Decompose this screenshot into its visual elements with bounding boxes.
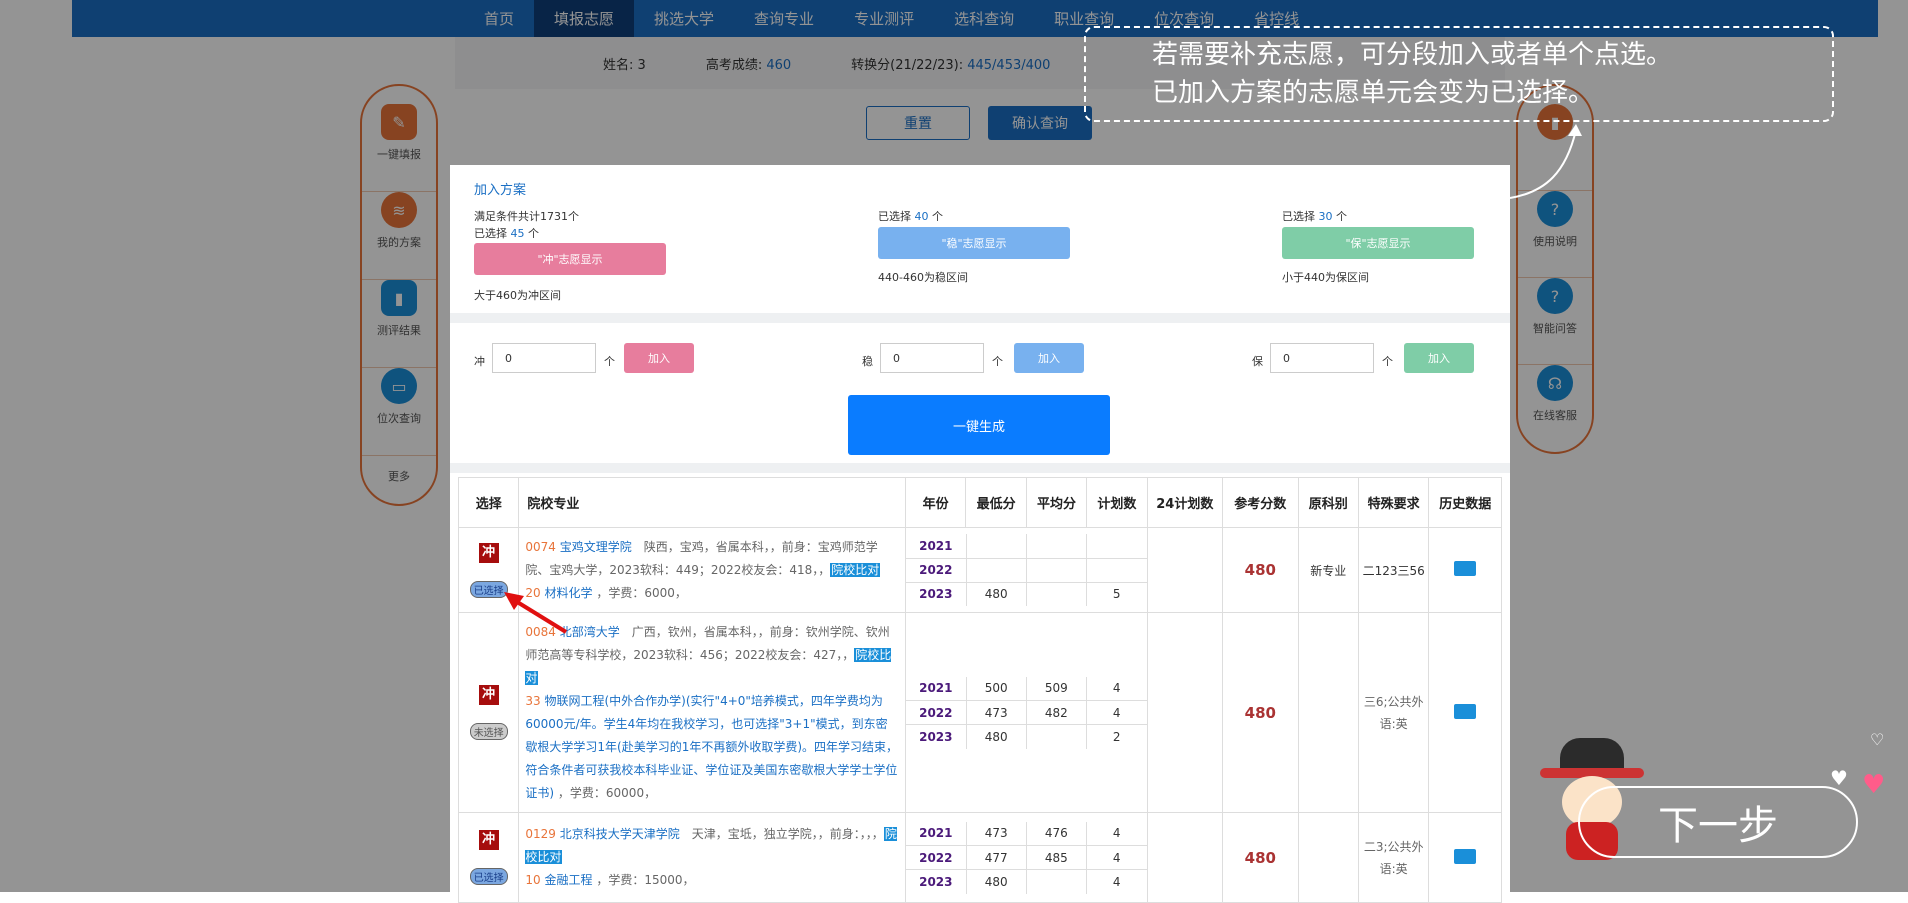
table-header: 选择 院校专业 年份 最低分 平均分 计划数 24计划数 参考分数 原科别 特殊… xyxy=(457,477,1502,528)
chong-count-input[interactable]: 0 xyxy=(492,343,596,373)
col-year: 年份 xyxy=(904,477,967,528)
tip-line-1: 若需要补充志愿，可分段加入或者单个点选。 xyxy=(1152,40,1673,70)
chat-question-icon: ? xyxy=(1537,278,1573,314)
monitor-icon: ▭ xyxy=(381,368,417,404)
col-plan: 计划数 xyxy=(1086,477,1148,528)
conv-label: 转换分(21/22/23): xyxy=(851,57,964,73)
tip-line-2: 已加入方案的志愿单元会变为已选择。 xyxy=(1152,78,1595,108)
add-plan-modal: 加入方案 满足条件共计1731个 已选择 45 个 "冲"志愿显示 大于460为… xyxy=(450,165,1510,903)
bao-selected-count: 30 xyxy=(1318,210,1333,223)
nav-item-subject[interactable]: 选科查询 xyxy=(934,0,1034,37)
sidebar-item-my-plan[interactable]: ≋ 我的方案 xyxy=(362,192,436,280)
history-search-icon[interactable] xyxy=(1454,561,1477,576)
col-min: 最低分 xyxy=(965,477,1027,528)
reset-button[interactable]: 重置 xyxy=(866,106,970,140)
compare-link[interactable]: 院校比对 xyxy=(830,562,881,577)
bao-add-button[interactable]: 加入 xyxy=(1404,343,1474,373)
col-subject: 原科别 xyxy=(1297,477,1359,528)
one-click-generate-button[interactable]: 一键生成 xyxy=(848,395,1110,455)
ref-score: 480 xyxy=(1222,612,1299,813)
heart-pink-icon: ♥ xyxy=(1862,770,1886,800)
modal-title: 加入方案 xyxy=(474,183,527,198)
history-search-icon[interactable] xyxy=(1454,848,1477,864)
col-plan24: 24计划数 xyxy=(1146,477,1224,528)
bar-chart-icon: ▮ xyxy=(381,280,417,316)
wen-range-note: 440-460为稳区间 xyxy=(878,271,968,284)
chong-tag: 冲 xyxy=(478,685,499,705)
chong-range-note: 大于460为冲区间 xyxy=(474,289,561,302)
sidebar-item-rank[interactable]: ▭ 位次查询 xyxy=(362,368,436,456)
name-value: 3 xyxy=(637,57,646,73)
nav-item-university[interactable]: 挑选大学 xyxy=(634,0,734,37)
chong-tag: 冲 xyxy=(478,542,499,563)
tutorial-tip: 若需要补充志愿，可分段加入或者单个点选。 已加入方案的志愿单元会变为已选择。 xyxy=(1084,26,1834,122)
nav-item-assess[interactable]: 专业测评 xyxy=(834,0,934,37)
plan-summary-panel: 加入方案 满足条件共计1731个 已选择 45 个 "冲"志愿显示 大于460为… xyxy=(460,165,1500,313)
nav-item-home[interactable]: 首页 xyxy=(464,0,534,37)
col-ref: 参考分数 xyxy=(1222,477,1299,528)
nav-item-major[interactable]: 查询专业 xyxy=(734,0,834,37)
sidebar-item-results[interactable]: ▮ 测评结果 xyxy=(362,280,436,368)
ref-score: 480 xyxy=(1222,527,1299,613)
col-avg: 平均分 xyxy=(1025,477,1088,528)
bao-count-input[interactable]: 0 xyxy=(1270,343,1374,373)
major-name[interactable]: 金融工程 xyxy=(545,873,593,887)
chong-add-button[interactable]: 加入 xyxy=(624,343,694,373)
quick-fill-icon: ✎ xyxy=(381,104,417,140)
chong-tag: 冲 xyxy=(478,830,499,850)
next-step-button[interactable]: 下一步 xyxy=(1578,786,1858,858)
bao-range-note: 小于440为保区间 xyxy=(1282,271,1369,284)
sidebar-item-qa[interactable]: ? 智能问答 xyxy=(1518,278,1592,365)
select-toggle[interactable]: 未选择 xyxy=(469,723,508,740)
table-row: 冲已选择 0129 北京科技大学天津学院 天津，宝坻，独立学院，，前身：，，，院… xyxy=(457,812,1502,903)
col-select: 选择 xyxy=(457,477,520,528)
red-arrow-icon xyxy=(504,592,568,634)
wen-selected-count: 40 xyxy=(914,210,929,223)
table-row: 冲已选择 0074 宝鸡文理学院 陕西，宝鸡，省属本科，，前身：宝鸡师范学院、宝… xyxy=(457,527,1502,613)
col-school-major: 院校专业 xyxy=(518,477,906,528)
school-name[interactable]: 北京科技大学天津学院 xyxy=(560,827,680,841)
col-special: 特殊要求 xyxy=(1357,477,1430,528)
confirm-query-button[interactable]: 确认查询 xyxy=(988,106,1092,140)
total-count: 满足条件共计1731个 xyxy=(474,210,579,223)
chong-display-button[interactable]: "冲"志愿显示 xyxy=(474,243,666,275)
heart-outline-icon: ♡ xyxy=(1870,730,1885,749)
history-search-icon[interactable] xyxy=(1454,703,1477,719)
layers-icon: ≋ xyxy=(381,192,417,228)
school-name[interactable]: 宝鸡文理学院 xyxy=(560,540,632,554)
score-value: 460 xyxy=(766,57,792,73)
bao-display-button[interactable]: "保"志愿显示 xyxy=(1282,227,1474,259)
heart-icon: ♥ xyxy=(1830,766,1848,790)
wen-count-input[interactable]: 0 xyxy=(880,343,984,373)
name-label: 姓名: xyxy=(603,57,634,73)
major-name[interactable]: 物联网工程(中外合作办学)(实行"4+0"培养模式，四年学费均为60000元/年… xyxy=(525,694,898,800)
score-label: 高考成绩: xyxy=(705,57,763,73)
select-toggle[interactable]: 已选择 xyxy=(469,868,508,885)
tip-curve-arrow-icon xyxy=(1509,124,1582,199)
left-sidebar: ✎ 一键填报 ≋ 我的方案 ▮ 测评结果 ▭ 位次查询 更多 xyxy=(360,84,438,506)
batch-add-row: 冲 0 个 加入 稳 0 个 加入 保 0 个 加入 一键生成 xyxy=(450,313,1510,473)
sidebar-item-more[interactable]: 更多 xyxy=(362,456,436,496)
wen-add-button[interactable]: 加入 xyxy=(1014,343,1084,373)
nav-item-fill[interactable]: 填报志愿 xyxy=(534,0,635,37)
col-history: 历史数据 xyxy=(1428,477,1502,528)
ref-score: 480 xyxy=(1222,812,1299,903)
volunteer-table: 选择 院校专业 年份 最低分 平均分 计划数 24计划数 参考分数 原科别 特殊… xyxy=(457,477,1502,903)
headset-icon: ☊ xyxy=(1537,365,1573,401)
sidebar-item-quick-fill[interactable]: ✎ 一键填报 xyxy=(362,104,436,192)
conv-value: 445/453/400 xyxy=(967,57,1051,73)
wen-display-button[interactable]: "稳"志愿显示 xyxy=(878,227,1070,259)
chong-selected-count: 45 xyxy=(510,227,525,240)
sidebar-item-help[interactable]: ? 使用说明 xyxy=(1518,191,1592,278)
table-row: 冲未选择 0084 北部湾大学 广西，钦州，省属本科，，前身：钦州学院、钦州师范… xyxy=(457,612,1502,813)
sidebar-item-service[interactable]: ☊ 在线客服 xyxy=(1518,365,1592,452)
